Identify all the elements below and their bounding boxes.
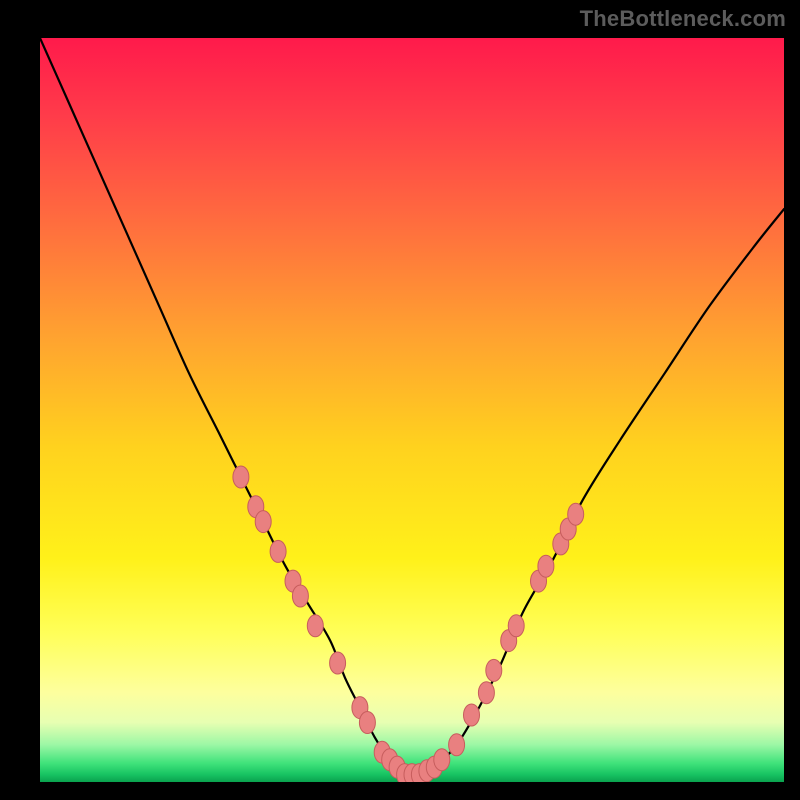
plot-area <box>40 38 784 782</box>
marker-group <box>233 466 584 782</box>
data-marker <box>307 615 323 637</box>
data-marker <box>538 555 554 577</box>
data-marker <box>434 749 450 771</box>
data-marker <box>359 712 375 734</box>
chart-frame: TheBottleneck.com <box>0 0 800 800</box>
data-marker <box>255 511 271 533</box>
data-marker <box>568 503 584 525</box>
data-marker <box>270 540 286 562</box>
data-marker <box>330 652 346 674</box>
curve-svg <box>40 38 784 782</box>
data-marker <box>233 466 249 488</box>
data-marker <box>449 734 465 756</box>
data-marker <box>478 682 494 704</box>
data-marker <box>508 615 524 637</box>
data-marker <box>464 704 480 726</box>
data-marker <box>292 585 308 607</box>
bottleneck-curve <box>40 38 784 776</box>
data-marker <box>486 659 502 681</box>
watermark-text: TheBottleneck.com <box>580 6 786 32</box>
